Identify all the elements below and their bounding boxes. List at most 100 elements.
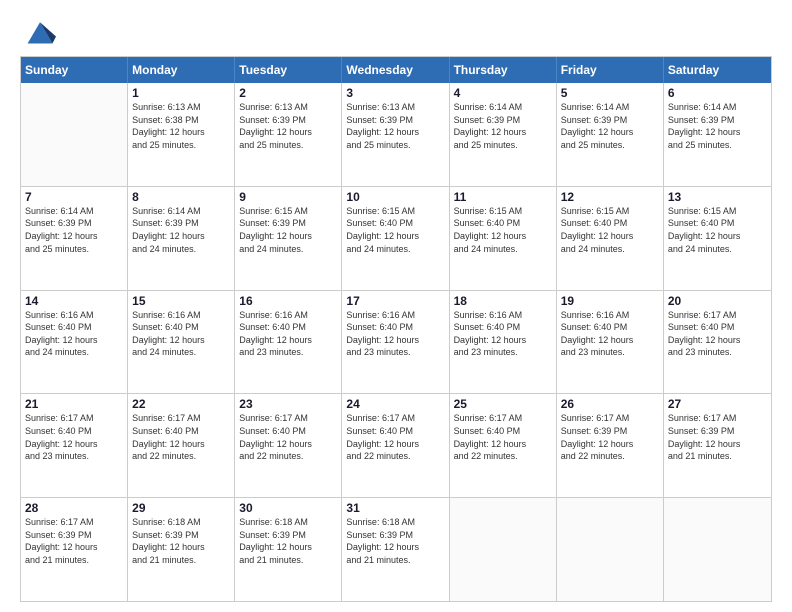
day-number: 14 (25, 294, 123, 308)
cell-info: Sunrise: 6:15 AM Sunset: 6:40 PM Dayligh… (454, 205, 552, 255)
day-number: 8 (132, 190, 230, 204)
calendar-day-header: Monday (128, 57, 235, 83)
calendar-cell: 19Sunrise: 6:16 AM Sunset: 6:40 PM Dayli… (557, 291, 664, 394)
day-number: 9 (239, 190, 337, 204)
cell-info: Sunrise: 6:13 AM Sunset: 6:39 PM Dayligh… (239, 101, 337, 151)
cell-info: Sunrise: 6:16 AM Sunset: 6:40 PM Dayligh… (346, 309, 444, 359)
cell-info: Sunrise: 6:14 AM Sunset: 6:39 PM Dayligh… (668, 101, 767, 151)
cell-info: Sunrise: 6:15 AM Sunset: 6:40 PM Dayligh… (668, 205, 767, 255)
header (20, 18, 772, 46)
cell-info: Sunrise: 6:18 AM Sunset: 6:39 PM Dayligh… (346, 516, 444, 566)
calendar-cell: 16Sunrise: 6:16 AM Sunset: 6:40 PM Dayli… (235, 291, 342, 394)
cell-info: Sunrise: 6:18 AM Sunset: 6:39 PM Dayligh… (132, 516, 230, 566)
calendar-day-header: Saturday (664, 57, 771, 83)
calendar-cell: 22Sunrise: 6:17 AM Sunset: 6:40 PM Dayli… (128, 394, 235, 497)
calendar-cell: 31Sunrise: 6:18 AM Sunset: 6:39 PM Dayli… (342, 498, 449, 601)
day-number: 21 (25, 397, 123, 411)
calendar-cell: 20Sunrise: 6:17 AM Sunset: 6:40 PM Dayli… (664, 291, 771, 394)
calendar-day-header: Tuesday (235, 57, 342, 83)
calendar-week-row: 7Sunrise: 6:14 AM Sunset: 6:39 PM Daylig… (21, 186, 771, 290)
calendar-day-header: Wednesday (342, 57, 449, 83)
calendar-cell (557, 498, 664, 601)
day-number: 28 (25, 501, 123, 515)
cell-info: Sunrise: 6:15 AM Sunset: 6:40 PM Dayligh… (346, 205, 444, 255)
cell-info: Sunrise: 6:17 AM Sunset: 6:40 PM Dayligh… (239, 412, 337, 462)
day-number: 24 (346, 397, 444, 411)
cell-info: Sunrise: 6:16 AM Sunset: 6:40 PM Dayligh… (454, 309, 552, 359)
calendar-cell: 3Sunrise: 6:13 AM Sunset: 6:39 PM Daylig… (342, 83, 449, 186)
calendar-cell: 2Sunrise: 6:13 AM Sunset: 6:39 PM Daylig… (235, 83, 342, 186)
calendar-cell: 13Sunrise: 6:15 AM Sunset: 6:40 PM Dayli… (664, 187, 771, 290)
day-number: 26 (561, 397, 659, 411)
calendar-week-row: 21Sunrise: 6:17 AM Sunset: 6:40 PM Dayli… (21, 393, 771, 497)
calendar-cell: 9Sunrise: 6:15 AM Sunset: 6:39 PM Daylig… (235, 187, 342, 290)
day-number: 11 (454, 190, 552, 204)
cell-info: Sunrise: 6:14 AM Sunset: 6:39 PM Dayligh… (561, 101, 659, 151)
day-number: 7 (25, 190, 123, 204)
day-number: 27 (668, 397, 767, 411)
calendar-cell: 14Sunrise: 6:16 AM Sunset: 6:40 PM Dayli… (21, 291, 128, 394)
cell-info: Sunrise: 6:13 AM Sunset: 6:38 PM Dayligh… (132, 101, 230, 151)
cell-info: Sunrise: 6:14 AM Sunset: 6:39 PM Dayligh… (454, 101, 552, 151)
cell-info: Sunrise: 6:17 AM Sunset: 6:40 PM Dayligh… (346, 412, 444, 462)
calendar-cell: 12Sunrise: 6:15 AM Sunset: 6:40 PM Dayli… (557, 187, 664, 290)
calendar-cell: 10Sunrise: 6:15 AM Sunset: 6:40 PM Dayli… (342, 187, 449, 290)
cell-info: Sunrise: 6:17 AM Sunset: 6:39 PM Dayligh… (25, 516, 123, 566)
cell-info: Sunrise: 6:17 AM Sunset: 6:40 PM Dayligh… (25, 412, 123, 462)
cell-info: Sunrise: 6:17 AM Sunset: 6:40 PM Dayligh… (454, 412, 552, 462)
day-number: 10 (346, 190, 444, 204)
day-number: 5 (561, 86, 659, 100)
cell-info: Sunrise: 6:17 AM Sunset: 6:40 PM Dayligh… (132, 412, 230, 462)
calendar-cell: 26Sunrise: 6:17 AM Sunset: 6:39 PM Dayli… (557, 394, 664, 497)
calendar-day-header: Thursday (450, 57, 557, 83)
calendar: SundayMondayTuesdayWednesdayThursdayFrid… (20, 56, 772, 602)
day-number: 20 (668, 294, 767, 308)
calendar-cell: 21Sunrise: 6:17 AM Sunset: 6:40 PM Dayli… (21, 394, 128, 497)
calendar-cell: 24Sunrise: 6:17 AM Sunset: 6:40 PM Dayli… (342, 394, 449, 497)
page: SundayMondayTuesdayWednesdayThursdayFrid… (0, 0, 792, 612)
logo-icon (24, 18, 56, 46)
cell-info: Sunrise: 6:15 AM Sunset: 6:39 PM Dayligh… (239, 205, 337, 255)
day-number: 3 (346, 86, 444, 100)
cell-info: Sunrise: 6:16 AM Sunset: 6:40 PM Dayligh… (239, 309, 337, 359)
day-number: 31 (346, 501, 444, 515)
calendar-cell: 29Sunrise: 6:18 AM Sunset: 6:39 PM Dayli… (128, 498, 235, 601)
day-number: 15 (132, 294, 230, 308)
calendar-cell: 8Sunrise: 6:14 AM Sunset: 6:39 PM Daylig… (128, 187, 235, 290)
calendar-cell: 4Sunrise: 6:14 AM Sunset: 6:39 PM Daylig… (450, 83, 557, 186)
day-number: 29 (132, 501, 230, 515)
day-number: 25 (454, 397, 552, 411)
cell-info: Sunrise: 6:18 AM Sunset: 6:39 PM Dayligh… (239, 516, 337, 566)
cell-info: Sunrise: 6:17 AM Sunset: 6:39 PM Dayligh… (561, 412, 659, 462)
calendar-cell (450, 498, 557, 601)
cell-info: Sunrise: 6:14 AM Sunset: 6:39 PM Dayligh… (132, 205, 230, 255)
day-number: 16 (239, 294, 337, 308)
calendar-cell: 5Sunrise: 6:14 AM Sunset: 6:39 PM Daylig… (557, 83, 664, 186)
calendar-cell: 28Sunrise: 6:17 AM Sunset: 6:39 PM Dayli… (21, 498, 128, 601)
cell-info: Sunrise: 6:17 AM Sunset: 6:39 PM Dayligh… (668, 412, 767, 462)
cell-info: Sunrise: 6:14 AM Sunset: 6:39 PM Dayligh… (25, 205, 123, 255)
day-number: 19 (561, 294, 659, 308)
calendar-cell: 27Sunrise: 6:17 AM Sunset: 6:39 PM Dayli… (664, 394, 771, 497)
day-number: 13 (668, 190, 767, 204)
day-number: 4 (454, 86, 552, 100)
calendar-cell (664, 498, 771, 601)
day-number: 30 (239, 501, 337, 515)
day-number: 22 (132, 397, 230, 411)
cell-info: Sunrise: 6:16 AM Sunset: 6:40 PM Dayligh… (561, 309, 659, 359)
day-number: 12 (561, 190, 659, 204)
calendar-week-row: 14Sunrise: 6:16 AM Sunset: 6:40 PM Dayli… (21, 290, 771, 394)
cell-info: Sunrise: 6:16 AM Sunset: 6:40 PM Dayligh… (25, 309, 123, 359)
cell-info: Sunrise: 6:15 AM Sunset: 6:40 PM Dayligh… (561, 205, 659, 255)
calendar-header: SundayMondayTuesdayWednesdayThursdayFrid… (21, 57, 771, 83)
calendar-cell: 7Sunrise: 6:14 AM Sunset: 6:39 PM Daylig… (21, 187, 128, 290)
cell-info: Sunrise: 6:16 AM Sunset: 6:40 PM Dayligh… (132, 309, 230, 359)
calendar-body: 1Sunrise: 6:13 AM Sunset: 6:38 PM Daylig… (21, 83, 771, 601)
day-number: 2 (239, 86, 337, 100)
calendar-cell: 11Sunrise: 6:15 AM Sunset: 6:40 PM Dayli… (450, 187, 557, 290)
calendar-cell: 6Sunrise: 6:14 AM Sunset: 6:39 PM Daylig… (664, 83, 771, 186)
calendar-day-header: Sunday (21, 57, 128, 83)
calendar-day-header: Friday (557, 57, 664, 83)
cell-info: Sunrise: 6:17 AM Sunset: 6:40 PM Dayligh… (668, 309, 767, 359)
cell-info: Sunrise: 6:13 AM Sunset: 6:39 PM Dayligh… (346, 101, 444, 151)
